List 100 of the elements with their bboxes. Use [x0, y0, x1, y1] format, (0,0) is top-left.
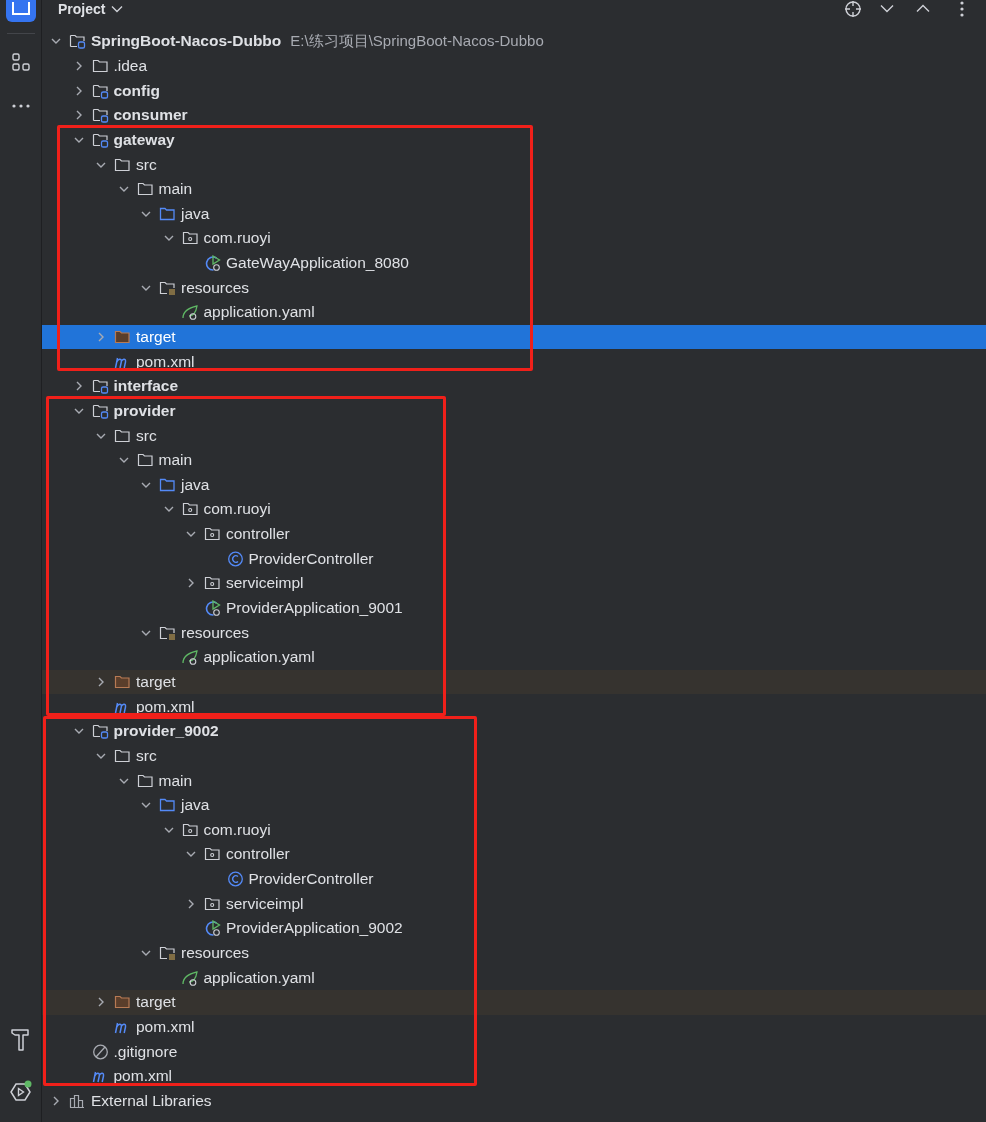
tree-item[interactable]: controller — [42, 521, 986, 547]
tree-item[interactable]: pom.xml — [42, 349, 986, 374]
folder-icon — [114, 747, 131, 764]
tree-item[interactable]: src — [42, 743, 986, 769]
chevron-icon[interactable] — [141, 948, 151, 958]
tree-item[interactable]: target — [42, 324, 986, 350]
project-path: E:\练习项目\SpringBoot-Nacos-Dubbo — [290, 31, 544, 51]
resources-folder-icon — [159, 279, 176, 296]
folder-icon — [114, 156, 131, 173]
chevron-icon[interactable] — [186, 898, 196, 909]
leaf-icon — [181, 304, 199, 321]
options-icon[interactable] — [960, 0, 964, 17]
folder-icon — [114, 673, 131, 690]
module-folder-icon — [91, 723, 109, 740]
resources-folder-icon — [159, 624, 176, 641]
package-icon — [181, 821, 199, 838]
folder-icon[interactable] — [5, 0, 36, 22]
tree-item[interactable]: pom.xml — [42, 1063, 986, 1089]
source-folder-icon — [159, 205, 176, 222]
tree-item[interactable]: pom.xml — [42, 694, 986, 719]
more-icon[interactable] — [10, 104, 31, 108]
folder-icon — [136, 452, 154, 469]
tree-item[interactable]: serviceimpl — [42, 891, 986, 917]
folder-icon — [136, 181, 154, 198]
package-icon — [181, 501, 199, 518]
tree-item[interactable]: src — [42, 152, 986, 177]
tree-item[interactable]: main — [42, 768, 986, 793]
folder-icon — [114, 427, 131, 444]
tree-item[interactable]: main — [42, 176, 986, 202]
chevron-icon[interactable] — [186, 578, 196, 589]
resources-folder-icon — [159, 945, 176, 961]
source-folder-icon — [159, 476, 176, 493]
spring-class-icon — [204, 255, 221, 272]
tree-item[interactable]: provider — [42, 398, 986, 424]
tree-item[interactable]: serviceimpl — [42, 571, 986, 596]
chevron-down-icon[interactable] — [111, 4, 124, 13]
chevron-icon[interactable] — [51, 1095, 61, 1106]
chevron-icon[interactable] — [96, 997, 106, 1008]
tree-item[interactable]: ProviderController — [42, 866, 986, 892]
tree-item[interactable]: application.yaml — [42, 965, 986, 990]
folder-icon — [114, 994, 131, 1011]
module-folder-icon — [91, 131, 109, 148]
tree-item[interactable]: java — [42, 201, 986, 227]
tree-item[interactable]: .gitignore — [42, 1039, 986, 1064]
leaf-icon — [181, 969, 199, 986]
tree-item[interactable]: target — [42, 990, 986, 1015]
spring-class-icon — [204, 600, 221, 617]
tree-item[interactable]: main — [42, 447, 986, 473]
tree-item[interactable]: application.yaml — [42, 645, 986, 670]
tree-item[interactable]: consumer — [42, 102, 986, 128]
tree-item[interactable]: target — [42, 669, 986, 695]
expand-all-icon[interactable] — [880, 4, 894, 13]
spring-class-icon — [204, 920, 221, 937]
tree-item[interactable]: ProviderController — [42, 546, 986, 572]
source-folder-icon — [159, 797, 176, 814]
tree-item[interactable]: interface — [42, 373, 986, 399]
class-icon — [226, 550, 244, 567]
tree-item[interactable]: SpringBoot-Nacos-Dubbo E:\练习项目\SpringBoot-Nacos-Dubbo — [42, 29, 986, 54]
library-icon — [69, 1092, 86, 1109]
chevron-icon[interactable] — [96, 676, 106, 687]
structure-icon[interactable] — [10, 52, 31, 72]
ignore-icon — [91, 1043, 109, 1060]
package-icon — [204, 895, 221, 912]
tree-item[interactable]: GateWayApplication_8080 — [42, 250, 986, 276]
services-icon[interactable] — [8, 1080, 33, 1104]
module-folder-icon — [69, 33, 86, 50]
tree-item[interactable]: src — [42, 423, 986, 448]
tree-item[interactable]: java — [42, 792, 986, 818]
tree-item[interactable]: config — [42, 78, 986, 103]
tree-item[interactable]: java — [42, 472, 986, 498]
tree-item[interactable]: provider_9002 — [42, 718, 986, 744]
folder-icon — [114, 329, 131, 345]
leaf-icon — [181, 649, 199, 666]
tree-item[interactable]: application.yaml — [42, 300, 986, 325]
collapse-all-icon[interactable] — [916, 4, 930, 13]
tree-item[interactable]: gateway — [42, 127, 986, 153]
tree-item[interactable]: com.ruoyi — [42, 497, 986, 522]
tree-item[interactable]: pom.xml — [42, 1014, 986, 1040]
tree-item[interactable]: com.ruoyi — [42, 226, 986, 251]
tree-item[interactable]: controller — [42, 842, 986, 867]
tree-item[interactable]: resources — [42, 940, 986, 966]
module-folder-icon — [91, 107, 109, 124]
package-icon — [204, 526, 221, 543]
crosshair-icon[interactable] — [844, 0, 862, 18]
module-folder-icon — [91, 402, 109, 419]
tree-item[interactable]: com.ruoyi — [42, 817, 986, 843]
panel-title[interactable]: Project — [58, 0, 106, 17]
package-icon — [204, 846, 221, 863]
package-icon — [181, 230, 199, 247]
package-icon — [204, 575, 221, 592]
tree-item[interactable]: ProviderApplication_9002 — [42, 916, 986, 941]
tree-item[interactable]: External Libraries — [42, 1088, 986, 1114]
class-icon — [226, 871, 244, 888]
tree-item[interactable]: resources — [42, 275, 986, 301]
tree-item[interactable]: ProviderApplication_9001 — [42, 595, 986, 621]
tree-item[interactable]: .idea — [42, 53, 986, 79]
module-folder-icon — [91, 378, 109, 395]
tree-item[interactable]: resources — [42, 620, 986, 645]
folder-icon — [91, 57, 109, 74]
module-folder-icon — [91, 82, 109, 99]
